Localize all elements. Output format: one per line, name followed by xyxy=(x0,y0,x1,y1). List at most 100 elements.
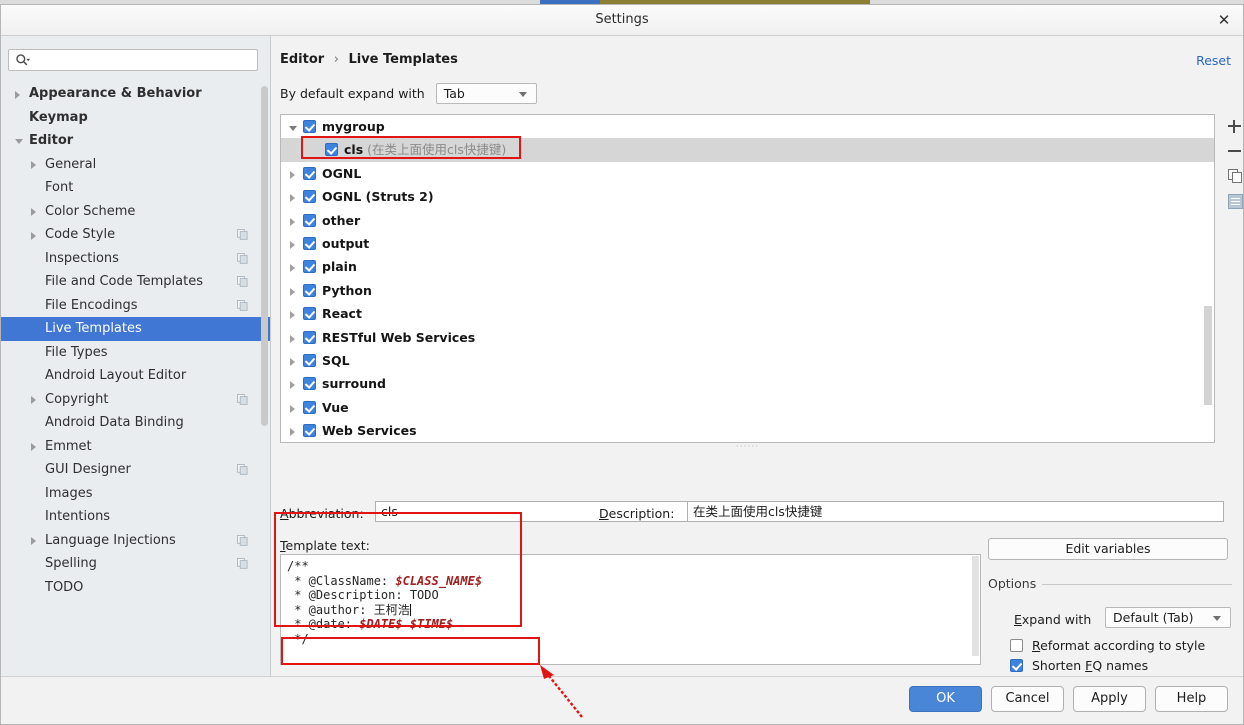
sidebar-item-file-and-code-templates[interactable]: File and Code Templates xyxy=(1,270,270,294)
template-checkbox[interactable] xyxy=(303,120,316,133)
table-row[interactable]: output xyxy=(281,232,1214,255)
sidebar-item-images[interactable]: Images xyxy=(1,482,270,506)
template-checkbox[interactable] xyxy=(303,330,316,344)
sidebar-item-language-injections[interactable]: Language Injections xyxy=(1,529,270,553)
chevron-right-icon[interactable] xyxy=(290,194,295,203)
chevron-right-icon[interactable] xyxy=(15,90,20,99)
template-checkbox[interactable] xyxy=(303,166,316,180)
shorten-checkbox[interactable] xyxy=(1010,659,1023,672)
sidebar-item-keymap[interactable]: Keymap xyxy=(1,106,270,130)
table-row[interactable]: other xyxy=(281,209,1214,232)
options-title: Options xyxy=(988,576,1043,591)
template-checkbox[interactable] xyxy=(303,377,316,391)
templates-scrollbar-thumb[interactable] xyxy=(1204,306,1212,405)
table-row[interactable]: OGNL xyxy=(281,162,1214,185)
chevron-right-icon[interactable] xyxy=(290,311,295,320)
table-row[interactable]: Python xyxy=(281,279,1214,302)
table-row[interactable]: plain xyxy=(281,255,1214,278)
add-template-button[interactable] xyxy=(1223,114,1244,139)
sidebar-item-live-templates[interactable]: Live Templates xyxy=(1,317,270,341)
splitter-grip[interactable]: ······ xyxy=(280,443,1215,452)
chevron-right-icon[interactable] xyxy=(31,443,36,451)
chevron-right-icon[interactable] xyxy=(290,381,295,390)
editor-scrollbar-thumb[interactable] xyxy=(972,556,979,656)
breadcrumb-parent[interactable]: Editor xyxy=(280,52,324,67)
chevron-right-icon[interactable] xyxy=(31,396,36,404)
chevron-right-icon[interactable] xyxy=(290,264,295,273)
template-checkbox[interactable] xyxy=(325,143,338,157)
sidebar-item-font[interactable]: Font xyxy=(1,176,270,200)
sidebar-item-intentions[interactable]: Intentions xyxy=(1,505,270,529)
template-checkbox[interactable] xyxy=(303,424,316,438)
chevron-right-icon[interactable] xyxy=(31,208,36,216)
close-icon[interactable]: ✕ xyxy=(1215,11,1233,29)
table-row[interactable]: OGNL (Struts 2) xyxy=(281,185,1214,208)
sidebar-item-todo[interactable]: TODO xyxy=(1,576,270,600)
sidebar-item-copyright[interactable]: Copyright xyxy=(1,388,270,412)
sidebar-item-appearance-behavior[interactable]: Appearance & Behavior xyxy=(1,82,270,106)
sidebar-item-file-encodings[interactable]: File Encodings xyxy=(1,294,270,318)
chevron-right-icon[interactable] xyxy=(290,357,295,366)
chevron-right-icon[interactable] xyxy=(290,334,295,343)
sidebar-item-spelling[interactable]: Spelling xyxy=(1,552,270,576)
table-row[interactable]: Web Services xyxy=(281,419,1214,442)
templates-tree[interactable]: mygroup cls (在类上面使用cls快捷键) OGNL OGNL (St… xyxy=(280,114,1215,443)
sidebar-item-android-data-binding[interactable]: Android Data Binding xyxy=(1,411,270,435)
table-row[interactable]: mygroup xyxy=(281,115,1214,138)
template-checkbox[interactable] xyxy=(303,260,316,274)
reformat-checkbox[interactable] xyxy=(1010,639,1023,652)
chevron-down-icon[interactable] xyxy=(15,139,23,144)
cancel-button[interactable]: Cancel xyxy=(991,686,1064,712)
template-checkbox[interactable] xyxy=(303,307,316,321)
sidebar-scrollbar-thumb[interactable] xyxy=(261,86,268,426)
reset-link[interactable]: Reset xyxy=(1196,53,1231,68)
chevron-right-icon[interactable] xyxy=(31,161,36,169)
table-row[interactable]: React xyxy=(281,302,1214,325)
chevron-right-icon[interactable] xyxy=(31,231,36,240)
chevron-right-icon[interactable] xyxy=(31,537,36,545)
chevron-right-icon[interactable] xyxy=(290,217,295,226)
reformat-option-row[interactable]: Reformat according to style xyxy=(1010,638,1205,653)
sidebar-item-general[interactable]: General xyxy=(1,153,270,177)
description-input[interactable]: 在类上面使用cls快捷键 xyxy=(687,501,1224,522)
breadcrumb: Editor › Live Templates xyxy=(280,52,458,67)
expand-with-combobox[interactable]: Default (Tab) xyxy=(1105,607,1231,628)
change-context-button[interactable] xyxy=(1223,189,1244,214)
sidebar-item-gui-designer[interactable]: GUI Designer xyxy=(1,458,270,482)
apply-button[interactable]: Apply xyxy=(1073,686,1146,712)
template-checkbox[interactable] xyxy=(303,190,316,204)
chevron-down-icon[interactable] xyxy=(289,125,297,131)
table-row[interactable]: Vue xyxy=(281,396,1214,419)
chevron-right-icon[interactable] xyxy=(290,287,295,296)
table-row[interactable]: RESTful Web Services xyxy=(281,326,1214,349)
duplicate-template-button[interactable] xyxy=(1223,164,1244,189)
sidebar-item-file-types[interactable]: File Types xyxy=(1,341,270,365)
template-checkbox[interactable] xyxy=(303,213,316,227)
sidebar-item-editor[interactable]: Editor xyxy=(1,129,270,153)
search-input[interactable] xyxy=(8,49,258,71)
default-expand-combobox[interactable]: Tab xyxy=(435,83,537,104)
chevron-right-icon[interactable] xyxy=(290,428,295,437)
chevron-right-icon[interactable] xyxy=(290,240,295,249)
help-button[interactable]: Help xyxy=(1155,686,1228,712)
template-checkbox[interactable] xyxy=(303,400,316,414)
table-row[interactable]: SQL xyxy=(281,349,1214,372)
remove-template-button[interactable] xyxy=(1223,139,1244,164)
table-row[interactable]: surround xyxy=(281,372,1214,395)
edit-variables-button[interactable]: Edit variables xyxy=(988,538,1228,560)
shorten-option-row[interactable]: Shorten FQ names xyxy=(1010,658,1148,673)
table-row[interactable]: cls (在类上面使用cls快捷键) xyxy=(281,138,1214,162)
sidebar-item-android-layout-editor[interactable]: Android Layout Editor xyxy=(1,364,270,388)
template-checkbox[interactable] xyxy=(303,283,316,297)
editor-line: */ xyxy=(287,632,980,647)
chevron-right-icon[interactable] xyxy=(290,404,295,413)
sidebar-item-code-style[interactable]: Code Style xyxy=(1,223,270,247)
template-checkbox[interactable] xyxy=(303,353,316,367)
sidebar-item-emmet[interactable]: Emmet xyxy=(1,435,270,459)
sidebar-item-inspections[interactable]: Inspections xyxy=(1,247,270,271)
sidebar-item-color-scheme[interactable]: Color Scheme xyxy=(1,200,270,224)
template-text-editor[interactable]: /** * @ClassName: $CLASS_NAME$ * @Descri… xyxy=(280,554,981,665)
chevron-right-icon[interactable] xyxy=(290,170,295,179)
ok-button[interactable]: OK xyxy=(909,686,982,712)
template-checkbox[interactable] xyxy=(303,236,316,250)
